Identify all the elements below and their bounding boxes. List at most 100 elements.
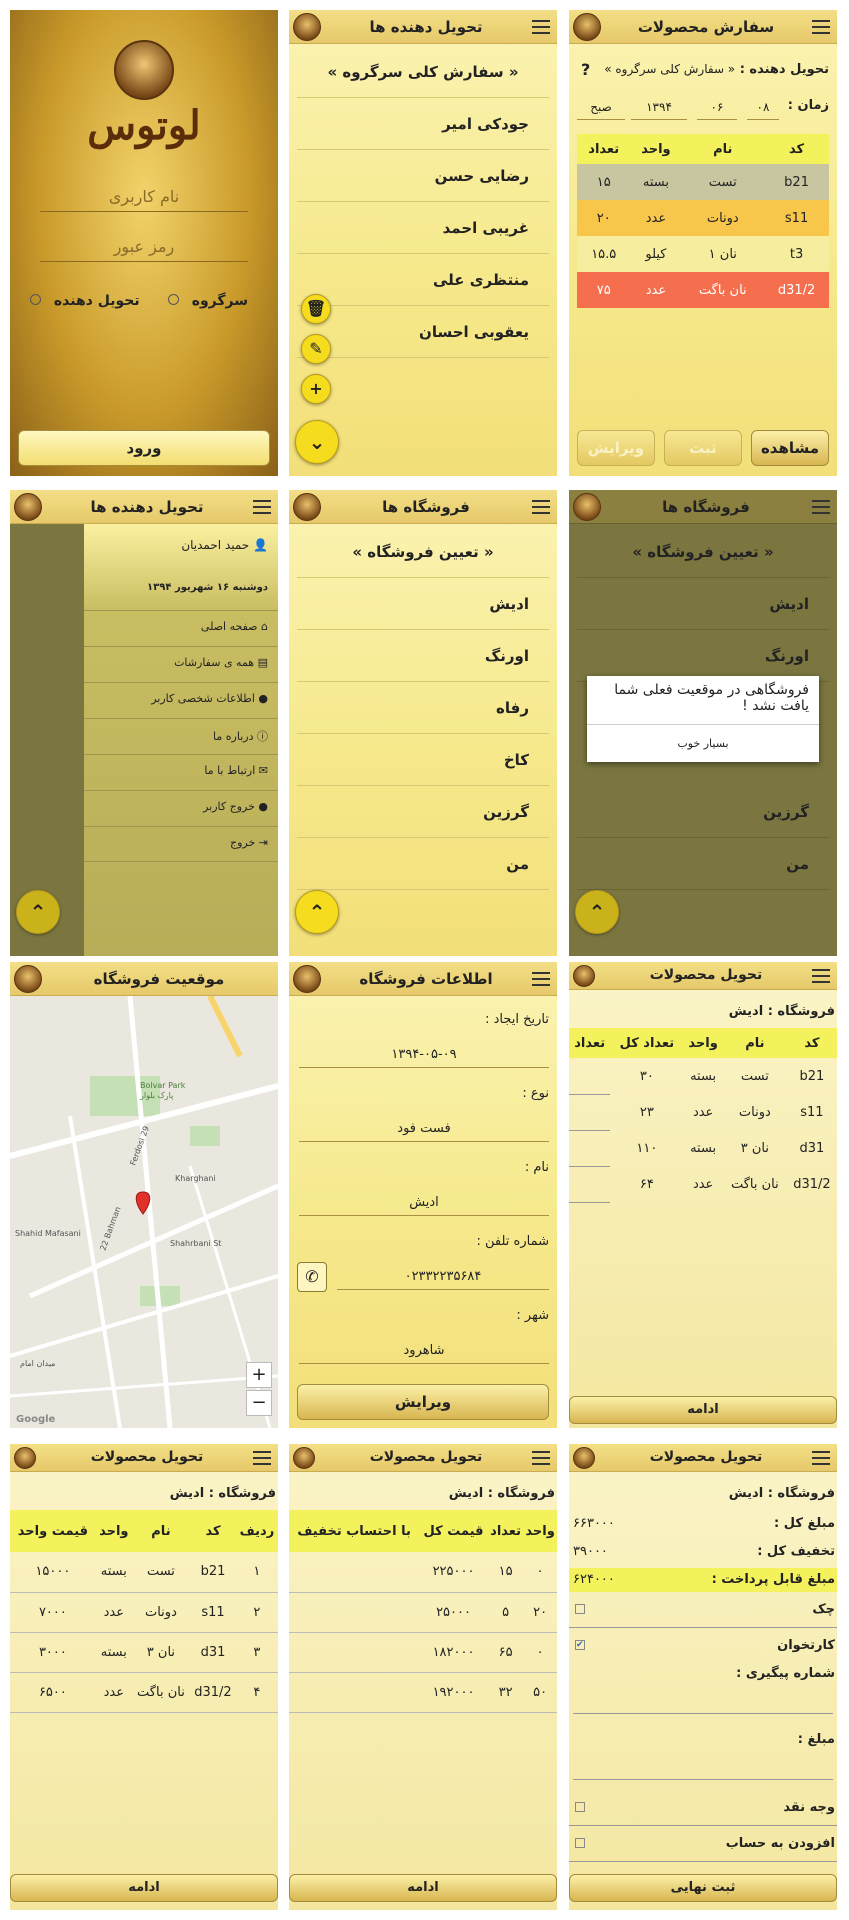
day-select[interactable]: ۰۸ <box>747 94 779 120</box>
cell: عدد <box>103 1684 124 1700</box>
list-item[interactable]: رفاه <box>297 682 549 734</box>
drawer-item-contact[interactable]: ✉ ارتباط با ما <box>84 754 278 790</box>
list-item[interactable]: یعقوبی احسان <box>297 306 549 358</box>
cell: ۲۰ <box>596 210 611 226</box>
role-group-radio[interactable]: سرگروه <box>167 293 248 309</box>
header: تحویل محصولات <box>569 962 837 990</box>
zoom-out-button[interactable]: − <box>246 1390 272 1416</box>
select-store-link[interactable]: « تعیین فروشگاه » <box>297 526 549 578</box>
map-view[interactable]: Bolvar Park پارک بلوار Ferdosi 29 Khargh… <box>10 996 278 1428</box>
zoom-in-button[interactable]: + <box>246 1362 272 1388</box>
list-item[interactable]: گرزین <box>297 786 549 838</box>
phone-field[interactable]: ۰۲۳۳۲۲۳۵۶۸۴ <box>337 1264 549 1290</box>
phone-call-button[interactable]: ✆ <box>297 1262 327 1292</box>
map-screen: موقعیت فروشگاه Bolvar Park پارک بلوار Fe… <box>10 962 278 1428</box>
menu-icon[interactable] <box>532 1451 550 1465</box>
continue-button[interactable]: ادامه <box>10 1874 278 1902</box>
drawer-item-exit[interactable]: ⇥ خروج <box>84 826 278 862</box>
menu-icon[interactable] <box>532 20 550 34</box>
quantity-input[interactable] <box>569 1094 611 1131</box>
list-item[interactable]: اورنگ <box>297 630 549 682</box>
list-item[interactable]: من <box>577 838 829 890</box>
list-item[interactable]: گرزین <box>577 786 829 838</box>
table-row: ۲۰ ۵ ۲۵۰۰۰ <box>289 1592 557 1632</box>
trash-icon[interactable]: 🗑 <box>301 294 331 324</box>
amount-input[interactable] <box>573 1754 833 1780</box>
month-select[interactable]: ۰۶ <box>697 94 737 120</box>
cell <box>289 1552 419 1592</box>
page-title: تحویل دهنده ها <box>90 498 204 516</box>
list-item[interactable]: رضایی حسن <box>297 150 549 202</box>
deliverer-value[interactable]: « سفارش کلی سرگروه » <box>604 62 735 76</box>
password-input[interactable]: رمز عبور <box>40 232 248 262</box>
save-button[interactable]: ثبت <box>664 430 742 466</box>
name-field[interactable]: ادیش <box>299 1190 549 1216</box>
cell: d31 <box>799 1140 825 1156</box>
quantity-input[interactable] <box>569 1130 611 1167</box>
city-select[interactable]: شاهرود <box>299 1338 549 1364</box>
account-option[interactable]: افزودن به حساب <box>569 1828 837 1862</box>
list-item[interactable]: ادیش <box>297 578 549 630</box>
drawer-item-about[interactable]: ⓘ درباره ما <box>84 718 278 754</box>
tracking-input[interactable] <box>573 1688 833 1714</box>
username-input[interactable]: نام کاربری <box>40 182 248 212</box>
logo-icon <box>14 493 42 521</box>
menu-icon[interactable] <box>532 500 550 514</box>
col-header: واحد <box>523 1510 557 1552</box>
list-item[interactable]: جودکی امیر <box>297 98 549 150</box>
table-row[interactable]: d31/2 نان باگت عدد ۷۵ <box>577 272 829 308</box>
list-item[interactable]: من <box>297 838 549 890</box>
chevron-up-icon[interactable]: ⌃ <box>295 890 339 934</box>
logo-icon <box>573 493 601 521</box>
menu-icon[interactable] <box>253 500 271 514</box>
drawer-item-orders[interactable]: ▤ همه ی سفارشات <box>84 646 278 682</box>
year-select[interactable]: ۱۳۹۴ <box>631 94 687 120</box>
continue-button[interactable]: ادامه <box>289 1874 557 1902</box>
type-select[interactable]: فست فود <box>299 1116 549 1142</box>
menu-icon[interactable] <box>812 1451 830 1465</box>
dialog-ok-button[interactable]: بسیار خوب <box>587 724 819 762</box>
account-label: افزودن به حساب <box>725 1836 835 1851</box>
submit-button[interactable]: ثبت نهایی <box>569 1874 837 1902</box>
check-option[interactable]: چک <box>569 1594 837 1628</box>
quantity-input[interactable] <box>569 1058 611 1095</box>
role-delivery-radio[interactable]: تحویل دهنده <box>30 293 140 309</box>
drawer-item-profile[interactable]: ● اطلاعات شخصی کاربر <box>84 682 278 718</box>
list-item[interactable]: منتظری علی <box>297 254 549 306</box>
menu-icon[interactable] <box>532 972 550 986</box>
card-option[interactable]: کارتخوان ✔ <box>569 1630 837 1664</box>
table-row[interactable]: b21 تست بسته ۱۵ <box>577 164 829 200</box>
continue-button[interactable]: ادامه <box>569 1396 837 1424</box>
select-store-link[interactable]: « تعیین فروشگاه » <box>577 526 829 578</box>
drawer-item-logout-user[interactable]: ● خروج کاربر <box>84 790 278 826</box>
order-all-link[interactable]: « سفارش کلی سرگروه » <box>297 46 549 98</box>
deliverers-screen: تحویل دهنده ها « سفارش کلی سرگروه » جودک… <box>289 10 557 476</box>
chevron-down-icon[interactable]: ⌄ <box>295 420 339 464</box>
chevron-up-icon[interactable]: ⌃ <box>16 890 60 934</box>
quantity-input[interactable] <box>569 1166 611 1203</box>
ampm-select[interactable]: صبح <box>577 94 625 120</box>
table-row[interactable]: s11 دونات عدد ۲۰ <box>577 200 829 236</box>
list-item[interactable]: غریبی احمد <box>297 202 549 254</box>
view-button[interactable]: مشاهده <box>751 430 829 466</box>
list-item[interactable]: اورنگ <box>577 630 829 682</box>
help-icon[interactable]: ? <box>581 60 590 79</box>
navigation-drawer: 👤 حمید احمدیان دوشنبه ۱۶ شهریور ۱۳۹۴ ⌂ ص… <box>84 524 278 956</box>
table-row: s11 دونات عدد ۲۳ <box>569 1094 837 1131</box>
list-item[interactable]: ادیش <box>577 578 829 630</box>
deliver-table: واحد تعداد قیمت کل با احتساب تخفیف ۰ ۱۵ ۲۲۵۰۰… <box>289 1510 557 1713</box>
list-item[interactable]: کاخ <box>297 734 549 786</box>
drawer-item-home[interactable]: ⌂ صفحه اصلی <box>84 610 278 646</box>
cash-option[interactable]: وجه نقد <box>569 1792 837 1826</box>
menu-icon[interactable] <box>812 500 830 514</box>
edit-button[interactable]: ویرایش <box>297 1384 549 1420</box>
add-icon[interactable]: + <box>301 374 331 404</box>
menu-icon[interactable] <box>812 969 830 983</box>
chevron-up-icon[interactable]: ⌃ <box>575 890 619 934</box>
menu-icon[interactable] <box>253 1451 271 1465</box>
login-button[interactable]: ورود <box>18 430 270 466</box>
edit-button[interactable]: ویرایش <box>577 430 655 466</box>
menu-icon[interactable] <box>812 20 830 34</box>
table-row[interactable]: t3 نان ۱ کیلو ۱۵.۵ <box>577 236 829 272</box>
edit-icon[interactable]: ✎ <box>301 334 331 364</box>
